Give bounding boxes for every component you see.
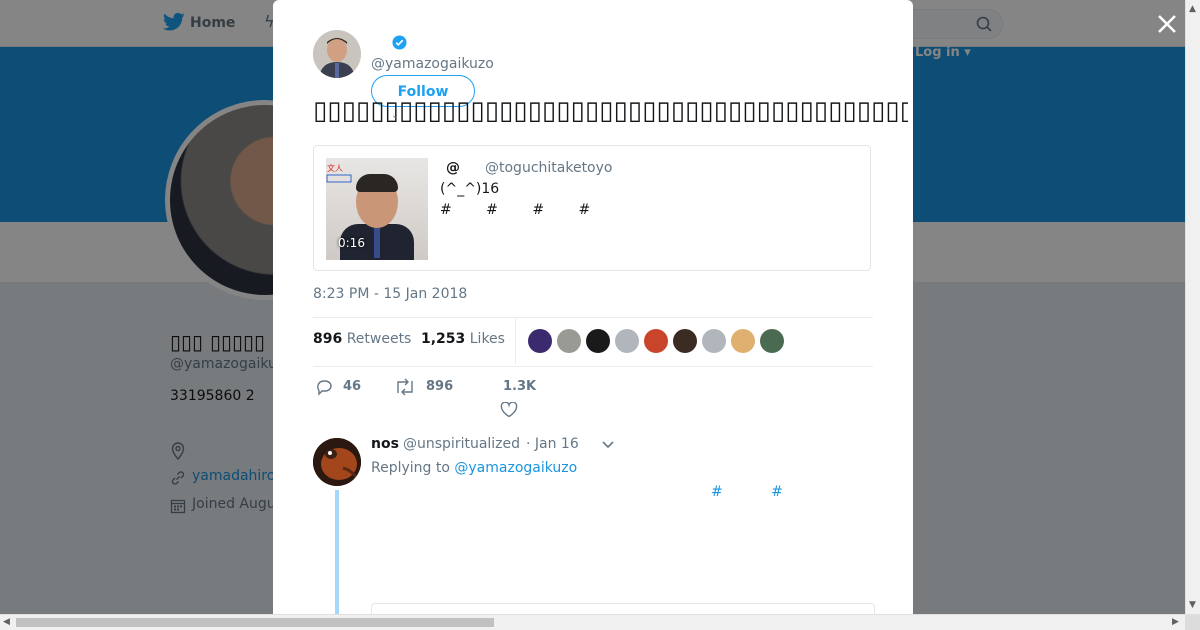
tweet-text: ▯▯▯▯▯▯▯▯▯▯▯▯▯▯▯▯▯▯▯▯▯▯▯▯▯▯▯▯▯▯▯▯▯▯▯▯▯▯▯▯… [313, 96, 908, 126]
logo-mark-icon: 文人 [326, 163, 352, 183]
liker-avatar[interactable] [702, 329, 726, 353]
reply-tweet[interactable]: nos @unspiritualized · Jan 16 Replying t… [313, 430, 875, 614]
video-duration: 0:16 [338, 236, 365, 250]
scroll-left-arrow-icon[interactable]: ◀ [3, 617, 10, 627]
video-thumbnail[interactable]: 文人 0:16 [326, 158, 428, 260]
horizontal-scrollbar[interactable]: ◀ ▶ [0, 614, 1200, 630]
retweets-count: 896 [313, 331, 343, 347]
retweets-label: Retweets [346, 331, 412, 347]
tweet-timestamp[interactable]: 8:23 PM - 15 Jan 2018 [313, 286, 467, 302]
reply-date[interactable]: · Jan 16 [526, 436, 579, 452]
quote-author-name[interactable]: @ [446, 160, 460, 176]
quote-author-handle[interactable]: @toguchitaketoyo [485, 160, 612, 176]
retweet-icon[interactable] [394, 378, 416, 396]
likes-count: 1,253 [421, 331, 466, 347]
scroll-down-arrow-icon[interactable]: ▼ [1189, 600, 1196, 610]
liker-avatar[interactable] [760, 329, 784, 353]
quote-text-line: (^_^)16 [440, 181, 500, 197]
close-icon[interactable] [1155, 12, 1179, 36]
quoted-tweet-card[interactable]: 文人 0:16 @ @toguchitaketoyo (^_^)16 # # #… [313, 145, 871, 271]
stats-divider [515, 318, 516, 364]
chevron-down-icon[interactable]: ⌄ [391, 110, 399, 121]
retweets-stat[interactable]: 896 Retweets [313, 331, 411, 347]
vertical-scrollbar[interactable]: ▲ ▼ [1185, 0, 1200, 614]
reply-icon[interactable] [315, 378, 333, 396]
like-count[interactable]: 1.3K [503, 379, 536, 394]
retweet-count[interactable]: 896 [426, 379, 453, 394]
replying-prefix: Replying to [371, 460, 450, 476]
reply-author-handle[interactable]: @unspiritualized [403, 436, 520, 452]
reply-media-card[interactable] [371, 603, 875, 614]
scrollbar-corner [1185, 615, 1200, 630]
tweet-actions: 46 896 1.3K [313, 376, 873, 420]
reply-count[interactable]: 46 [343, 379, 361, 394]
author-avatar[interactable] [313, 30, 361, 78]
reply-author-name[interactable]: nos [371, 436, 399, 452]
likes-stat[interactable]: 1,253 Likes [421, 331, 505, 347]
likes-label: Likes [469, 331, 505, 347]
horizontal-scroll-thumb[interactable] [16, 618, 494, 627]
liker-avatar[interactable] [673, 329, 697, 353]
liker-avatar[interactable] [644, 329, 668, 353]
quote-hashtags: # # # # [440, 202, 591, 218]
reply-author-avatar[interactable] [313, 438, 361, 486]
chevron-down-icon[interactable] [601, 437, 615, 451]
liker-avatar[interactable] [528, 329, 552, 353]
liker-avatar[interactable] [731, 329, 755, 353]
scroll-right-arrow-icon[interactable]: ▶ [1172, 617, 1179, 627]
author-handle[interactable]: @yamazogaikuzo [371, 56, 494, 72]
liker-avatar[interactable] [557, 329, 581, 353]
svg-text:文人: 文人 [327, 163, 343, 173]
liker-avatar[interactable] [615, 329, 639, 353]
heart-icon[interactable] [500, 402, 518, 418]
thread-line [335, 490, 339, 614]
replying-handle-link[interactable]: @yamazogaikuzo [454, 460, 577, 476]
tweet-modal: @yamazogaikuzo Follow ▯▯▯▯▯▯▯▯▯▯▯▯▯▯▯▯▯▯… [273, 0, 913, 614]
scroll-up-arrow-icon[interactable]: ▲ [1189, 4, 1196, 14]
verified-badge-icon [392, 35, 407, 50]
reply-hashtags[interactable]: # # [711, 484, 783, 500]
replying-to: Replying to @yamazogaikuzo [371, 460, 577, 476]
liker-avatar[interactable] [586, 329, 610, 353]
tweet-stats: 896 Retweets 1,253 Likes [313, 317, 873, 367]
